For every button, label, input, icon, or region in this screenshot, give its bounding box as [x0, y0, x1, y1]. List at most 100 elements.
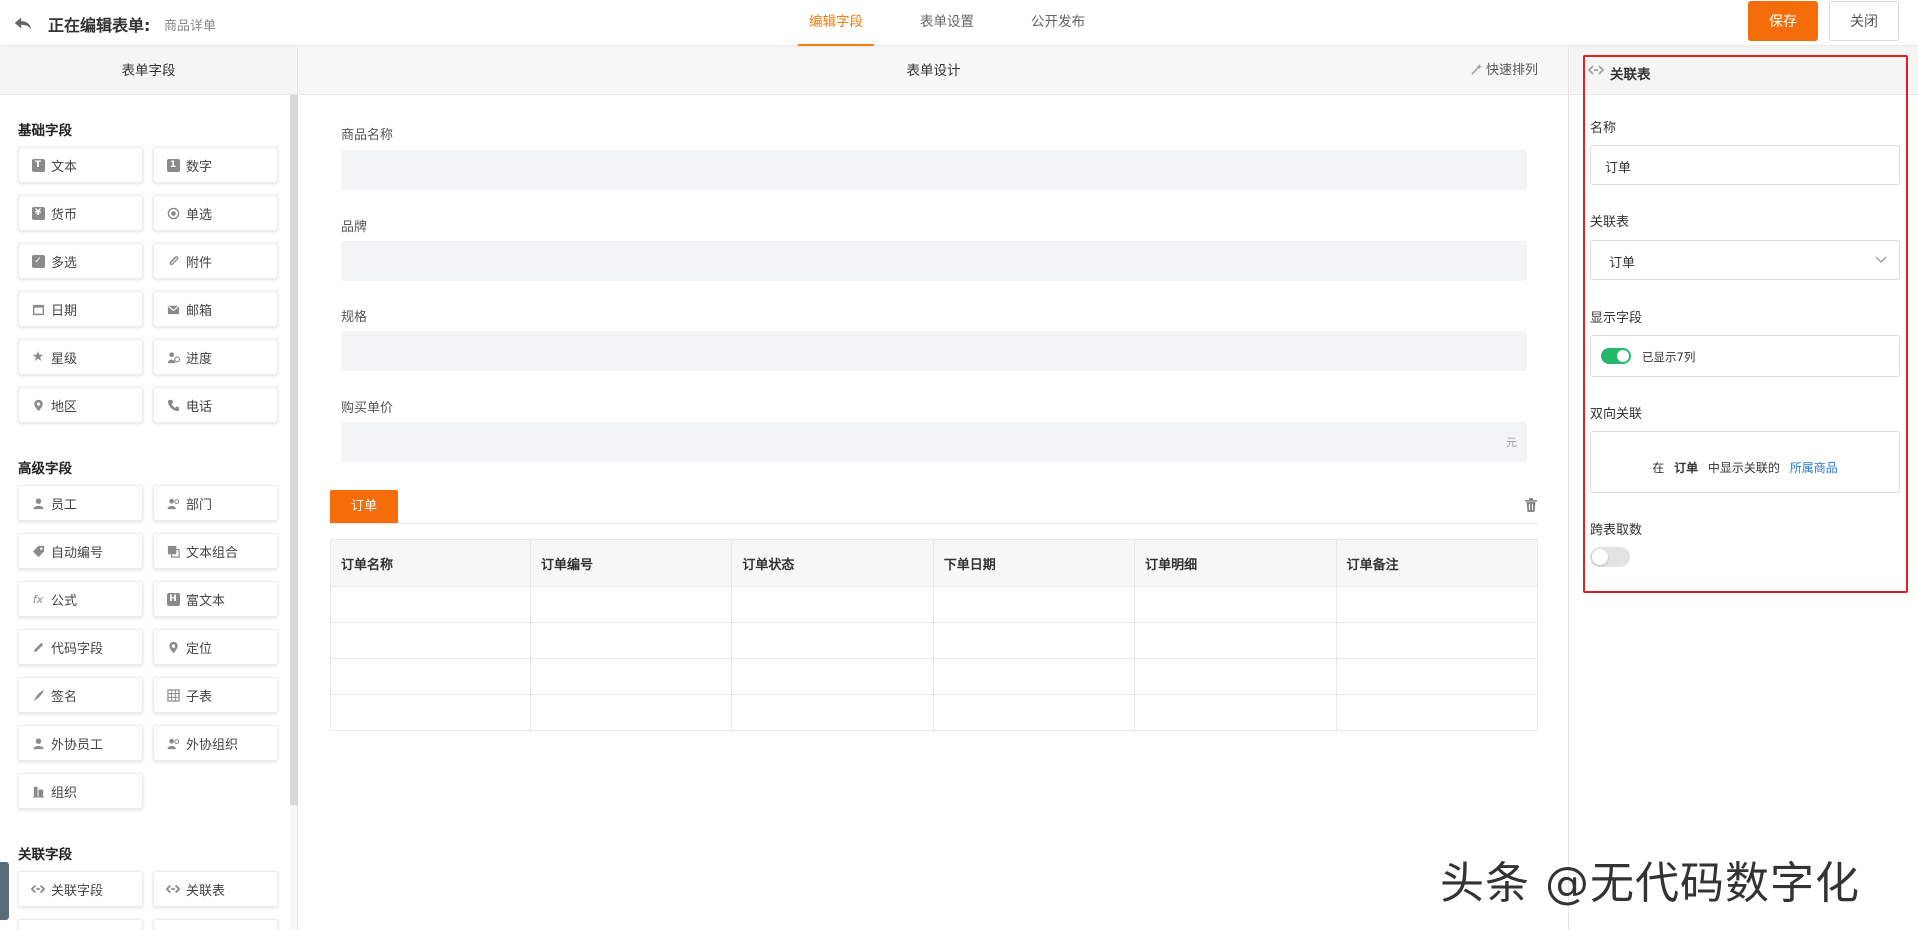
field-item-link-field[interactable]: 关联字段 [18, 871, 143, 907]
field-item-label: 附件 [186, 255, 213, 271]
field-input-product-name[interactable] [341, 150, 1527, 190]
field-item-link-table[interactable]: 关联表 [153, 871, 278, 907]
currency-icon: ¥ [31, 206, 45, 220]
save-button[interactable]: 保存 [1748, 1, 1818, 41]
palette-scrollbar[interactable] [290, 95, 298, 805]
field-item-subtable[interactable]: 子表 [153, 677, 278, 713]
text-combine-icon [166, 544, 180, 558]
chevron-down-icon [1875, 256, 1887, 263]
link-table-select[interactable]: 订单 [1590, 240, 1900, 280]
display-fields-text: 已显示7列 [1642, 350, 1696, 364]
field-item-phone[interactable]: 电话 [153, 387, 278, 423]
subtable-tab-orders[interactable]: 订单 [330, 490, 398, 524]
field-item-progress[interactable]: 进度 [153, 339, 278, 375]
field-item-text[interactable]: T 文本 [18, 147, 143, 183]
column-header: 订单明细 [1134, 539, 1337, 587]
field-input-spec[interactable] [341, 331, 1527, 371]
close-button[interactable]: 关闭 [1829, 1, 1899, 41]
field-item-label: 单选 [186, 207, 213, 223]
field-item-label: 富文本 [186, 593, 226, 609]
field-item-email[interactable]: 邮箱 [153, 291, 278, 327]
field-item-external-org[interactable]: 外协组织 [153, 725, 278, 761]
field-item-signature[interactable]: 签名 [18, 677, 143, 713]
display-fields-label: 显示字段 [1590, 311, 1643, 326]
field-item-label: 数字 [186, 159, 213, 175]
properties-header: 关联表 [1570, 47, 1918, 95]
tab-publish[interactable]: 公开发布 [1020, 0, 1096, 46]
table-row [330, 622, 1539, 659]
table-header-row: 订单名称 订单编号 订单状态 下单日期 订单明细 订单备注 [330, 539, 1539, 587]
field-item-region[interactable]: 地区 [18, 387, 143, 423]
code-pen-icon [31, 640, 45, 654]
form-designer: 表单设计 快速排列 商品名称 品牌 规格 购买单价 元 订单 订单名称 订单编号… [299, 47, 1569, 930]
field-item-partial[interactable] [18, 919, 143, 930]
bi-prefix: 在 [1652, 461, 1665, 475]
tab-form-settings[interactable]: 表单设置 [909, 0, 985, 46]
field-item-number[interactable]: 1 数字 [153, 147, 278, 183]
field-item-label: 文本组合 [186, 545, 239, 561]
field-item-department[interactable]: 部门 [153, 485, 278, 521]
watermark: 头条 @无代码数字化 [1440, 858, 1860, 909]
field-palette-title: 表单字段 [0, 47, 297, 95]
field-item-currency[interactable]: ¥ 货币 [18, 195, 143, 231]
rich-text-icon: H [166, 592, 180, 606]
back-arrow-icon[interactable] [12, 12, 34, 34]
display-fields-box: 已显示7列 [1590, 335, 1900, 377]
group-title-relation: 关联字段 [18, 847, 72, 863]
field-item-label: 自动编号 [51, 545, 104, 561]
column-header: 下单日期 [932, 539, 1136, 587]
field-item-label: 部门 [186, 497, 213, 513]
bi-link[interactable]: 所属商品 [1790, 461, 1838, 475]
field-item-external-employee[interactable]: 外协员工 [18, 725, 143, 761]
field-item-multi[interactable]: ✓ 多选 [18, 243, 143, 279]
link-icon [166, 882, 180, 896]
field-input-brand[interactable] [341, 241, 1527, 281]
link-table-value: 订单 [1609, 256, 1636, 271]
field-item-label: 外协员工 [51, 737, 104, 753]
cross-table-label: 跨表取数 [1590, 523, 1643, 538]
location-pin-icon [31, 398, 45, 412]
field-item-code[interactable]: 代码字段 [18, 629, 143, 665]
external-user-icon [31, 736, 45, 750]
field-input-unit-price[interactable]: 元 [341, 422, 1527, 462]
field-item-organization[interactable]: 组织 [18, 773, 143, 809]
field-item-label: 文本 [51, 159, 78, 175]
field-item-rich-text[interactable]: H 富文本 [153, 581, 278, 617]
field-item-label: 公式 [51, 593, 78, 609]
field-item-label: 签名 [51, 689, 78, 705]
radio-icon [166, 206, 180, 220]
column-header: 订单名称 [330, 539, 531, 587]
field-palette-body: 基础字段 T 文本 1 数字 ¥ 货币 单选 ✓ 多选 附件 日期 邮箱 ★ 星… [0, 95, 290, 930]
properties-title: 关联表 [1610, 67, 1651, 83]
page-title: 正在编辑表单: [48, 16, 151, 35]
field-item-label: 多选 [51, 255, 78, 271]
name-input[interactable]: 订单 [1590, 145, 1900, 185]
field-item-label: 代码字段 [51, 641, 104, 657]
field-item-rating[interactable]: ★ 星级 [18, 339, 143, 375]
subtable-orders: 订单名称 订单编号 订单状态 下单日期 订单明细 订单备注 [330, 539, 1539, 731]
field-item-partial[interactable] [153, 919, 278, 930]
field-item-auto-number[interactable]: 自动编号 [18, 533, 143, 569]
header-tabs: 编辑字段 表单设置 公开发布 [798, 0, 1131, 46]
field-item-employee[interactable]: 员工 [18, 485, 143, 521]
building-icon [31, 784, 45, 798]
quick-sort-button[interactable]: 快速排列 [1470, 47, 1538, 95]
field-item-date[interactable]: 日期 [18, 291, 143, 327]
field-item-text-combine[interactable]: 文本组合 [153, 533, 278, 569]
bi-table: 订单 [1674, 461, 1699, 475]
display-fields-toggle[interactable] [1601, 348, 1631, 364]
grid-table-icon [166, 688, 180, 702]
paperclip-icon [166, 254, 180, 268]
field-item-location[interactable]: 定位 [153, 629, 278, 665]
field-item-attachment[interactable]: 附件 [153, 243, 278, 279]
field-label-product-name: 商品名称 [341, 128, 394, 143]
cross-table-toggle[interactable] [1590, 547, 1630, 567]
tag-icon [31, 544, 45, 558]
trash-icon[interactable] [1523, 497, 1539, 513]
tab-edit-fields[interactable]: 编辑字段 [798, 0, 874, 46]
map-marker-icon [166, 640, 180, 654]
field-item-radio[interactable]: 单选 [153, 195, 278, 231]
field-item-formula[interactable]: fx 公式 [18, 581, 143, 617]
subtable-divider [330, 523, 1538, 524]
edge-widget[interactable] [0, 862, 9, 920]
